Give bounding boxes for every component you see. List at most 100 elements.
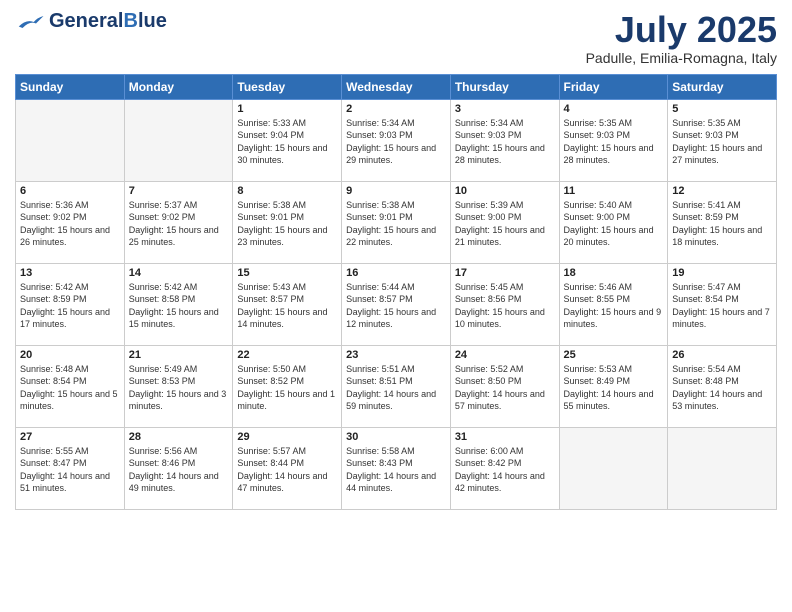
table-row: 18 Sunrise: 5:46 AMSunset: 8:55 PMDayligh… xyxy=(559,263,668,345)
sun-info: Sunrise: 5:44 AMSunset: 8:57 PMDaylight:… xyxy=(346,281,446,331)
day-number: 28 xyxy=(129,431,229,443)
day-number: 17 xyxy=(455,267,555,279)
table-row: 19Sunrise: 5:47 AMSunset: 8:54 PMDayligh… xyxy=(668,263,777,345)
sun-info: Sunrise: 5:35 AMSunset: 9:03 PMDaylight:… xyxy=(672,117,772,167)
table-row: 15 Sunrise: 5:43 AMSunset: 8:57 PMDayligh… xyxy=(233,263,342,345)
day-number: 5 xyxy=(672,103,772,115)
col-saturday: Saturday xyxy=(668,74,777,99)
sun-info: Sunrise: 5:40 AMSunset: 9:00 PMDaylight:… xyxy=(564,199,664,249)
day-number: 15 xyxy=(237,267,337,279)
col-monday: Monday xyxy=(124,74,233,99)
sun-info: Sunrise: 5:34 AMSunset: 9:03 PMDaylight:… xyxy=(346,117,446,167)
table-row: 28 Sunrise: 5:56 AMSunset: 8:46 PMDayligh… xyxy=(124,427,233,509)
day-number: 18 xyxy=(564,267,664,279)
table-row: 5 Sunrise: 5:35 AMSunset: 9:03 PMDaylight… xyxy=(668,99,777,181)
table-row: 8Sunrise: 5:38 AMSunset: 9:01 PMDaylight… xyxy=(233,181,342,263)
day-number: 20 xyxy=(20,349,120,361)
day-number: 12 xyxy=(672,185,772,197)
day-number: 10 xyxy=(455,185,555,197)
calendar-week-row: 20 Sunrise: 5:48 AMSunset: 8:54 PMDayligh… xyxy=(16,345,777,427)
sun-info: Sunrise: 5:58 AMSunset: 8:43 PMDaylight:… xyxy=(346,445,446,495)
day-number: 24 xyxy=(455,349,555,361)
table-row: 13Sunrise: 5:42 AMSunset: 8:59 PMDayligh… xyxy=(16,263,125,345)
table-row: 12 Sunrise: 5:41 AMSunset: 8:59 PMDayligh… xyxy=(668,181,777,263)
sun-info: Sunrise: 5:43 AMSunset: 8:57 PMDaylight:… xyxy=(237,281,337,331)
col-tuesday: Tuesday xyxy=(233,74,342,99)
table-row: 25Sunrise: 5:53 AMSunset: 8:49 PMDayligh… xyxy=(559,345,668,427)
sun-info: Sunrise: 5:34 AMSunset: 9:03 PMDaylight:… xyxy=(455,117,555,167)
sun-info: Sunrise: 5:36 AMSunset: 9:02 PMDaylight:… xyxy=(20,199,120,249)
logo: GeneralBlue xyxy=(15,10,167,33)
table-row: 2 Sunrise: 5:34 AMSunset: 9:03 PMDaylight… xyxy=(342,99,451,181)
month-title: July 2025 xyxy=(586,10,777,50)
col-thursday: Thursday xyxy=(450,74,559,99)
location: Padulle, Emilia-Romagna, Italy xyxy=(586,50,777,66)
table-row: 23Sunrise: 5:51 AMSunset: 8:51 PMDayligh… xyxy=(342,345,451,427)
logo-text: GeneralBlue xyxy=(49,10,167,33)
sun-info: Sunrise: 5:45 AMSunset: 8:56 PMDaylight:… xyxy=(455,281,555,331)
table-row: 4Sunrise: 5:35 AMSunset: 9:03 PMDaylight… xyxy=(559,99,668,181)
table-row: 14 Sunrise: 5:42 AMSunset: 8:58 PMDayligh… xyxy=(124,263,233,345)
sun-info: Sunrise: 5:41 AMSunset: 8:59 PMDaylight:… xyxy=(672,199,772,249)
day-number: 30 xyxy=(346,431,446,443)
col-sunday: Sunday xyxy=(16,74,125,99)
sun-info: Sunrise: 5:42 AMSunset: 8:59 PMDaylight:… xyxy=(20,281,120,331)
table-row: 7 Sunrise: 5:37 AMSunset: 9:02 PMDaylight… xyxy=(124,181,233,263)
sun-info: Sunrise: 5:56 AMSunset: 8:46 PMDaylight:… xyxy=(129,445,229,495)
table-row xyxy=(559,427,668,509)
table-row: 29Sunrise: 5:57 AMSunset: 8:44 PMDayligh… xyxy=(233,427,342,509)
table-row xyxy=(124,99,233,181)
calendar-body: 1Sunrise: 5:33 AMSunset: 9:04 PMDaylight… xyxy=(16,99,777,509)
sun-info: Sunrise: 5:51 AMSunset: 8:51 PMDaylight:… xyxy=(346,363,446,413)
table-row: 26Sunrise: 5:54 AMSunset: 8:48 PMDayligh… xyxy=(668,345,777,427)
page: GeneralBlue July 2025 Padulle, Emilia-Ro… xyxy=(0,0,792,612)
sun-info: Sunrise: 5:49 AMSunset: 8:53 PMDaylight:… xyxy=(129,363,229,413)
header: GeneralBlue July 2025 Padulle, Emilia-Ro… xyxy=(15,10,777,66)
table-row: 31 Sunrise: 6:00 AMSunset: 8:42 PMDayligh… xyxy=(450,427,559,509)
day-number: 22 xyxy=(237,349,337,361)
table-row: 17 Sunrise: 5:45 AMSunset: 8:56 PMDayligh… xyxy=(450,263,559,345)
sun-info: Sunrise: 5:46 AMSunset: 8:55 PMDaylight:… xyxy=(564,281,664,331)
table-row: 10 Sunrise: 5:39 AMSunset: 9:00 PMDayligh… xyxy=(450,181,559,263)
day-number: 8 xyxy=(237,185,337,197)
day-number: 26 xyxy=(672,349,772,361)
sun-info: Sunrise: 6:00 AMSunset: 8:42 PMDaylight:… xyxy=(455,445,555,495)
sun-info: Sunrise: 5:53 AMSunset: 8:49 PMDaylight:… xyxy=(564,363,664,413)
sun-info: Sunrise: 5:33 AMSunset: 9:04 PMDaylight:… xyxy=(237,117,337,167)
calendar-week-row: 13Sunrise: 5:42 AMSunset: 8:59 PMDayligh… xyxy=(16,263,777,345)
table-row: 6Sunrise: 5:36 AMSunset: 9:02 PMDaylight… xyxy=(16,181,125,263)
sun-info: Sunrise: 5:57 AMSunset: 8:44 PMDaylight:… xyxy=(237,445,337,495)
day-number: 3 xyxy=(455,103,555,115)
sun-info: Sunrise: 5:42 AMSunset: 8:58 PMDaylight:… xyxy=(129,281,229,331)
table-row: 30 Sunrise: 5:58 AMSunset: 8:43 PMDayligh… xyxy=(342,427,451,509)
table-row: 24 Sunrise: 5:52 AMSunset: 8:50 PMDayligh… xyxy=(450,345,559,427)
col-friday: Friday xyxy=(559,74,668,99)
calendar-week-row: 27Sunrise: 5:55 AMSunset: 8:47 PMDayligh… xyxy=(16,427,777,509)
sun-info: Sunrise: 5:37 AMSunset: 9:02 PMDaylight:… xyxy=(129,199,229,249)
table-row: 11Sunrise: 5:40 AMSunset: 9:00 PMDayligh… xyxy=(559,181,668,263)
day-number: 16 xyxy=(346,267,446,279)
sun-info: Sunrise: 5:39 AMSunset: 9:00 PMDaylight:… xyxy=(455,199,555,249)
col-wednesday: Wednesday xyxy=(342,74,451,99)
day-number: 7 xyxy=(129,185,229,197)
table-row: 20 Sunrise: 5:48 AMSunset: 8:54 PMDayligh… xyxy=(16,345,125,427)
table-row: 27Sunrise: 5:55 AMSunset: 8:47 PMDayligh… xyxy=(16,427,125,509)
table-row: 1Sunrise: 5:33 AMSunset: 9:04 PMDaylight… xyxy=(233,99,342,181)
sun-info: Sunrise: 5:48 AMSunset: 8:54 PMDaylight:… xyxy=(20,363,120,413)
day-number: 31 xyxy=(455,431,555,443)
table-row xyxy=(668,427,777,509)
day-number: 2 xyxy=(346,103,446,115)
sun-info: Sunrise: 5:55 AMSunset: 8:47 PMDaylight:… xyxy=(20,445,120,495)
calendar-header-row: Sunday Monday Tuesday Wednesday Thursday… xyxy=(16,74,777,99)
table-row: 22Sunrise: 5:50 AMSunset: 8:52 PMDayligh… xyxy=(233,345,342,427)
day-number: 14 xyxy=(129,267,229,279)
calendar-week-row: 1Sunrise: 5:33 AMSunset: 9:04 PMDaylight… xyxy=(16,99,777,181)
calendar-table: Sunday Monday Tuesday Wednesday Thursday… xyxy=(15,74,777,510)
day-number: 9 xyxy=(346,185,446,197)
day-number: 19 xyxy=(672,267,772,279)
table-row: 9Sunrise: 5:38 AMSunset: 9:01 PMDaylight… xyxy=(342,181,451,263)
sun-info: Sunrise: 5:52 AMSunset: 8:50 PMDaylight:… xyxy=(455,363,555,413)
day-number: 4 xyxy=(564,103,664,115)
title-block: July 2025 Padulle, Emilia-Romagna, Italy xyxy=(586,10,777,66)
table-row: 16 Sunrise: 5:44 AMSunset: 8:57 PMDayligh… xyxy=(342,263,451,345)
